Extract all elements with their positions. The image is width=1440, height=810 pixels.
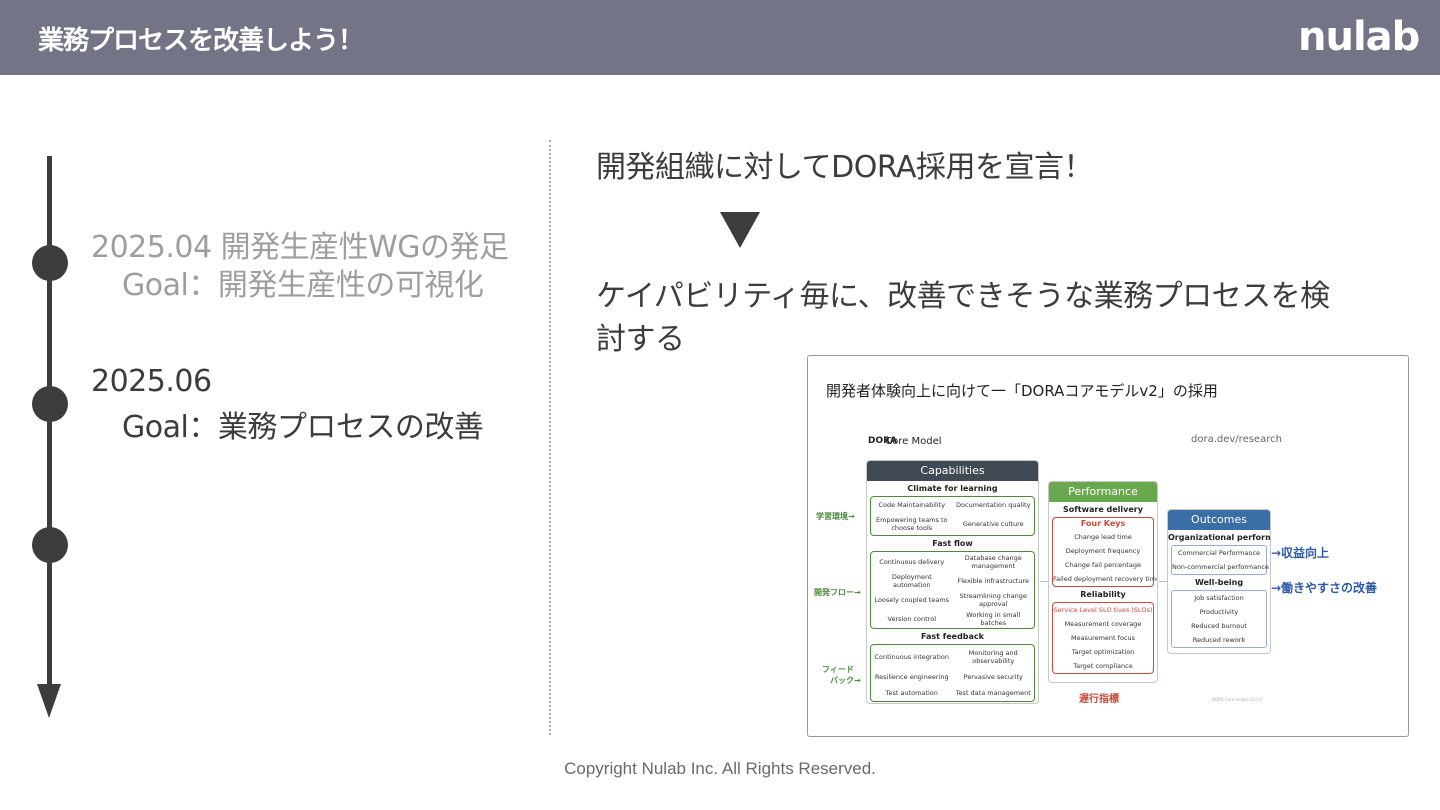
lagging-indicator-label: 遅行指標 [1079,694,1119,705]
dora-core-model-image: 開発者体験向上に向けて一「DORAコアモデルv2」の採用 DORA Core M… [807,355,1409,737]
reliability-box: Service Level SLO tives (SLOs) Measureme… [1052,602,1154,674]
capability-cell: Empowering teams to choose tools [876,515,948,532]
learning-box: Code Maintainability Documentation quali… [870,496,1035,536]
label-flow: 開発フロー→ [814,588,861,597]
metric-row: Deployment frequency [1065,547,1141,555]
org-box: Commercial Performance Non-commercial pe… [1171,545,1269,575]
dora-logo: DORA Core Model [868,436,942,447]
outcome-row: Job satisfaction [1194,594,1244,602]
metric-row: Change fail percentage [1065,561,1141,569]
copyright-footer: Copyright Nulab Inc. All Rights Reserved… [564,759,876,778]
flow-box: Continuous delivery Database change mana… [870,551,1035,629]
outcome-row: Productivity [1199,608,1239,616]
capability-cell: Monitoring and observability [968,649,1018,665]
four-keys-box: Four Keys Change lead time Deployment fr… [1052,517,1158,587]
feedback-box: Continuous integration Monitoring and ob… [870,644,1035,702]
capability-cell: Continuous integration [874,653,949,661]
capability-cell: Streamlining change approval [959,591,1027,608]
workability-label: →働きやすさの改善 [1271,581,1378,595]
software-delivery-title: Software delivery [1063,505,1143,514]
label-learning: 学習環境→ [816,512,855,521]
dora-logo-mark: DORA [868,436,898,446]
capabilities-header: Capabilities [867,461,1038,481]
header-bar: 業務プロセスを改善しよう！ nulab [0,0,1440,75]
capability-cell: Documentation quality [956,500,1031,509]
dora-url: dora.dev/research [1191,434,1282,445]
capability-cell: Deployment automation [891,572,932,589]
nulab-logo: nulab [1298,14,1420,60]
timeline-dot-3 [32,527,68,563]
capability-cell: Database change management [964,553,1022,570]
capability-cell: Test data management [955,689,1031,697]
capability-cell: Loosely coupled teams [874,595,950,604]
metric-row: Measurement coverage [1064,620,1142,628]
capability-cell: Code Maintainability [878,500,946,509]
outcome-row: Non-commercial performance [1172,563,1269,571]
capabilities-column: Capabilities Climate for learning Code M… [866,460,1039,704]
wellbeing-box: Job satisfaction Productivity Reduced bu… [1171,590,1267,648]
capability-cell: Flexible infrastructure [957,576,1029,585]
metric-row: Change lead time [1074,533,1132,541]
timeline-arrow-icon [37,684,61,718]
capability-cell: Pervasive security [963,673,1023,681]
page-title: 業務プロセスを改善しよう！ [38,26,364,56]
capability-cell: Generative culture [962,519,1024,528]
org-performance-title: Organizational performance [1168,533,1270,542]
metric-row: Target compliance [1073,662,1133,670]
capability-process-text: ケイパビリティ毎に、改善できそうな業務プロセスを検討する [596,279,1330,357]
timeline-item-2-date: 2025.06 [91,364,212,399]
timeline-line [47,156,52,692]
timeline-item-2-goal: Goal：業務プロセスの改善 [122,410,484,445]
metric-row: Failed deployment recovery time [1053,575,1158,583]
label-feedback-1: フィード [822,665,854,674]
section-title: Fast feedback [920,632,984,641]
capability-cell: Test automation [885,689,938,697]
capability-cell: Continuous delivery [879,557,945,566]
slo-row: Service Level SLO tives (SLOs) [1053,606,1153,614]
metric-row: Measurement focus [1070,634,1136,642]
revenue-label: →収益向上 [1271,546,1330,560]
reliability-title: Reliability [1080,590,1126,599]
metric-row: Target optimization [1071,648,1135,656]
connector-line [1040,581,1048,582]
outcome-row: Reduced rework [1192,636,1246,644]
outcome-row: Reduced burnout [1191,622,1247,630]
down-triangle-icon [720,212,760,248]
label-feedback-2: バック→ [830,676,861,685]
four-keys-label: Four Keys [1080,519,1126,528]
timeline-item-1-goal: Goal：開発生産性の可視化 [122,268,484,303]
section-title: Fast flow [932,539,973,548]
section-title: Climate for learning [907,484,998,493]
model-version-note: DORA Core model v2.0.0 [1212,697,1262,702]
outcomes-header: Outcomes [1168,510,1270,530]
dora-logo-text: Core Model [885,436,942,447]
wellbeing-title: Well-being [1194,578,1244,587]
capability-cell: Working in small batches [966,610,1021,627]
capability-cell: Resilience engineering [874,673,949,681]
timeline-dot-1 [32,245,68,281]
capability-cell: Version control [887,614,937,623]
performance-column: Performance Software delivery Four Keys … [1048,481,1158,683]
dora-declaration-heading: 開発組織に対してDORA採用を宣言！ [596,150,1093,185]
image-title: 開発者体験向上に向けて一「DORAコアモデルv2」の採用 [826,382,1218,400]
outcome-row: Commercial Performance [1177,549,1261,557]
vertical-divider [549,140,551,735]
outcomes-column: Outcomes Organizational performance Comm… [1167,509,1271,654]
performance-header: Performance [1049,482,1157,502]
connector-line [1159,581,1167,582]
timeline-dot-2 [32,386,68,422]
